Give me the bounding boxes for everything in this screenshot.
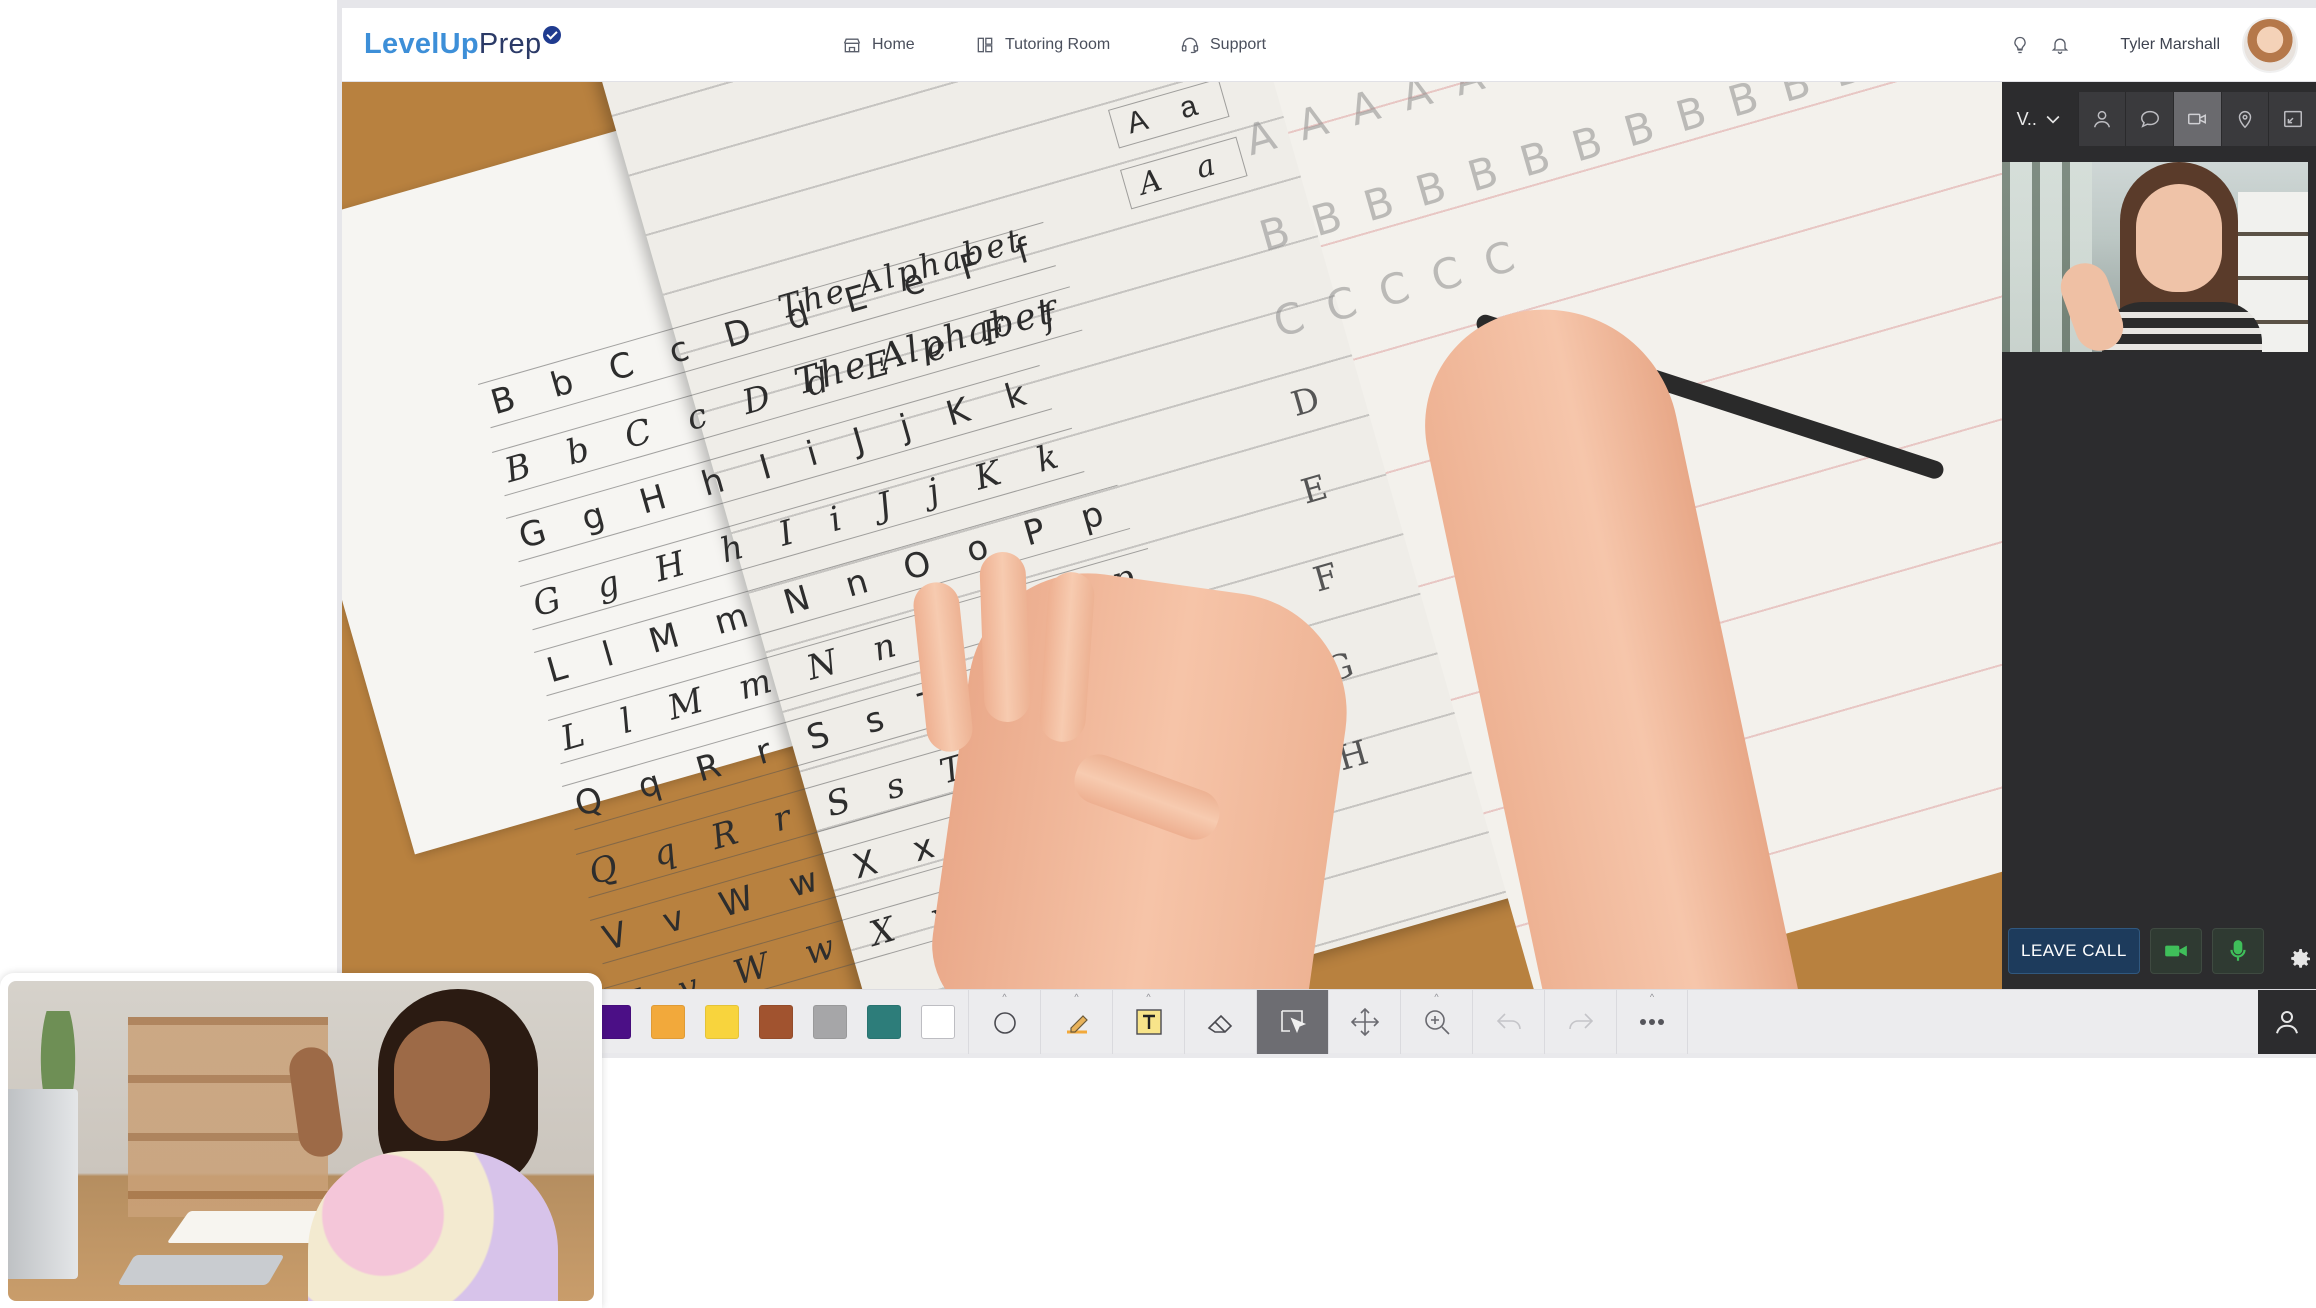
tab-video[interactable] <box>2172 92 2221 146</box>
tab-chat[interactable] <box>2125 92 2173 146</box>
participant-toggle-button[interactable] <box>2258 990 2316 1054</box>
move-arrows-icon <box>1350 1007 1379 1037</box>
view-select-value: V.. <box>2016 108 2037 129</box>
more-dots-icon <box>1640 1019 1664 1025</box>
finger <box>979 551 1031 723</box>
microphone-icon <box>2230 940 2246 961</box>
nav-home[interactable]: Home <box>842 8 915 82</box>
caret-up-icon: ^ <box>1649 992 1655 1002</box>
caret-up-icon: ^ <box>1074 992 1079 1002</box>
headset-icon <box>1181 37 1199 54</box>
nav-tutoring-room[interactable]: Tutoring Room <box>975 8 1110 82</box>
keyboard <box>117 1255 285 1285</box>
nav-home-label: Home <box>872 36 915 53</box>
color-swatch[interactable] <box>759 1005 793 1039</box>
student-body <box>308 1151 558 1301</box>
highlighter-tool[interactable]: ^ <box>1040 990 1112 1054</box>
caret-up-icon: ^ <box>1002 992 1007 1002</box>
video-panel: V.. LEAVE CALL <box>2002 82 2316 989</box>
screen: LevelUp Prep Home Tutoring Room Support T… <box>0 0 2316 1308</box>
nav-support-label: Support <box>1210 36 1267 53</box>
nav-tutoring-room-label: Tutoring Room <box>1005 36 1111 53</box>
lightbulb-icon <box>2014 36 2027 54</box>
tutor-body <box>2102 302 2262 352</box>
nav-support[interactable]: Support <box>1180 8 1266 82</box>
student-video-feed[interactable] <box>0 973 602 1308</box>
select-cursor-icon <box>1280 1010 1306 1034</box>
tool-group: ^ ^ ^ ^ ^ <box>968 990 1688 1054</box>
person-icon <box>2276 1011 2298 1034</box>
store-icon <box>843 38 861 53</box>
tab-participants[interactable] <box>2077 92 2126 146</box>
redo-icon <box>1568 1013 1593 1030</box>
highlighter-icon <box>1066 1015 1088 1034</box>
gear-icon <box>2291 949 2310 968</box>
brand-name-prep: Prep <box>478 28 542 60</box>
notifications-button[interactable] <box>2040 25 2080 65</box>
layout-icon <box>977 37 993 53</box>
tab-expand[interactable] <box>2268 92 2316 146</box>
tutor-video-feed[interactable] <box>2002 162 2308 352</box>
expand-icon <box>2283 110 2302 128</box>
zoom-tool[interactable]: ^ <box>1400 990 1472 1054</box>
redo-button[interactable] <box>1544 990 1616 1054</box>
person-icon <box>2093 110 2110 128</box>
zoom-in-icon <box>1424 1010 1450 1035</box>
circle-tool[interactable]: ^ <box>968 990 1040 1054</box>
eraser-icon <box>1207 1014 1232 1033</box>
whiteboard-canvas[interactable]: The Alphabet The Alphabet A a A a B b C … <box>342 82 2002 989</box>
move-tool[interactable] <box>1328 990 1400 1054</box>
desktop-monitor <box>8 1089 78 1279</box>
brand-name-levelup: LevelUp <box>364 28 479 60</box>
chat-icon <box>2140 110 2159 128</box>
camera-toggle-button[interactable] <box>2149 928 2202 974</box>
view-select[interactable]: V.. <box>2002 92 2078 146</box>
tab-location[interactable] <box>2220 92 2269 146</box>
settings-button[interactable] <box>2286 944 2316 974</box>
call-controls: LEAVE CALL <box>2008 928 2264 974</box>
student-video-frame <box>8 981 594 1301</box>
user-name[interactable]: Tyler Marshall <box>2120 36 2220 54</box>
chevron-down-icon <box>2046 115 2060 124</box>
tips-button[interactable] <box>2000 25 2040 65</box>
caret-up-icon: ^ <box>1146 992 1151 1002</box>
color-swatch[interactable] <box>813 1005 847 1039</box>
circle-icon <box>993 1012 1016 1034</box>
color-palette <box>597 990 955 1054</box>
color-swatch[interactable] <box>651 1005 685 1039</box>
color-swatch[interactable] <box>597 1005 631 1039</box>
more-options-button[interactable]: ^ <box>1616 990 1688 1054</box>
undo-icon <box>1496 1013 1521 1030</box>
header-actions: Tyler Marshall <box>2000 8 2316 82</box>
video-panel-header: V.. <box>2002 92 2316 146</box>
map-pin-icon <box>2238 111 2252 129</box>
color-swatch[interactable] <box>921 1005 955 1039</box>
microphone-toggle-button[interactable] <box>2211 928 2264 974</box>
tutor-face <box>2136 184 2222 292</box>
top-bar: LevelUp Prep Home Tutoring Room Support T… <box>342 8 2316 82</box>
undo-button[interactable] <box>1472 990 1544 1054</box>
eraser-tool[interactable] <box>1184 990 1256 1054</box>
color-swatch[interactable] <box>867 1005 901 1039</box>
text-icon <box>1135 1009 1162 1035</box>
bell-icon <box>2052 38 2069 54</box>
user-avatar[interactable] <box>2242 17 2298 73</box>
text-tool[interactable]: ^ <box>1112 990 1184 1054</box>
student-face <box>394 1021 490 1141</box>
caret-up-icon: ^ <box>1434 992 1439 1002</box>
brand-logo[interactable]: LevelUp Prep <box>364 26 562 61</box>
drawing-toolbar: ^ ^ ^ ^ ^ <box>342 989 2316 1054</box>
select-tool[interactable] <box>1256 990 1328 1054</box>
video-camera-icon <box>2188 113 2207 125</box>
leave-call-button[interactable]: LEAVE CALL <box>2008 928 2140 974</box>
color-swatch[interactable] <box>705 1005 739 1039</box>
video-camera-icon <box>2164 945 2187 957</box>
verified-badge-icon <box>543 26 562 44</box>
